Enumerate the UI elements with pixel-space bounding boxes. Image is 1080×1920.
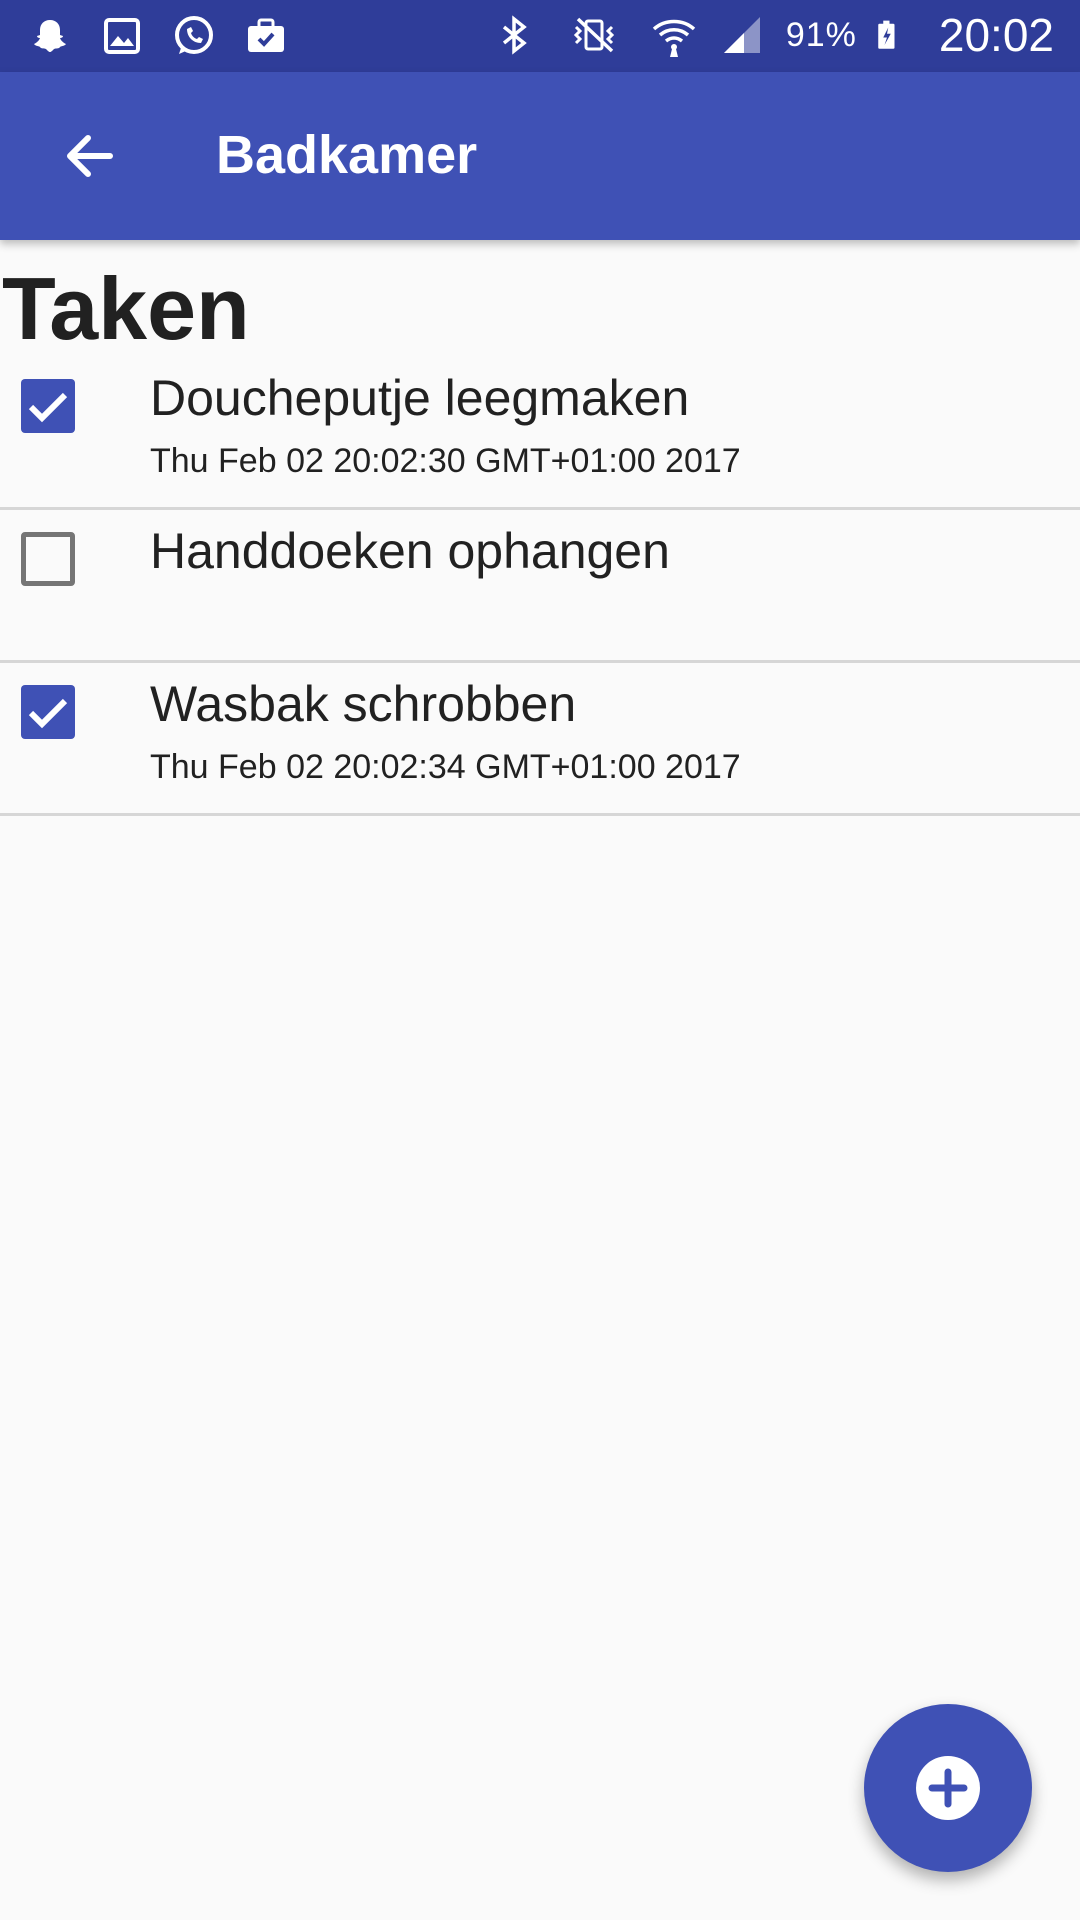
battery-percentage: 91% [785,15,857,54]
silent-vibrate-icon [573,17,614,53]
task-title: Doucheputje leegmaken [150,370,690,426]
work-bag-icon [248,18,284,52]
task-date: Thu Feb 02 20:02:30 GMT+01:00 2017 [150,442,741,480]
task-row[interactable]: Doucheputje leegmaken Thu Feb 02 20:02:3… [0,357,1080,510]
task-list: Doucheputje leegmaken Thu Feb 02 20:02:3… [0,357,1080,816]
status-bar: 91% 20:02 [0,0,1080,72]
whatsapp-icon [175,16,213,54]
task-date: Thu Feb 02 20:02:34 GMT+01:00 2017 [150,748,741,786]
app-bar: Badkamer [0,72,1080,240]
task-checkbox[interactable] [21,532,75,586]
task-row[interactable]: Wasbak schrobben Thu Feb 02 20:02:34 GMT… [0,663,1080,816]
page-title: Badkamer [216,125,478,185]
wifi-icon [652,19,695,57]
bluetooth-icon [502,15,527,55]
add-circle-icon [916,1756,980,1820]
task-row[interactable]: Handdoeken ophangen [0,510,1080,663]
system-indicators: 91% 20:02 [490,8,1054,62]
gallery-icon [104,18,140,54]
battery-charging-icon [878,20,895,49]
section-heading: Taken [2,259,250,358]
task-checkbox[interactable] [21,379,75,433]
check-icon [28,392,68,423]
signal-icon [723,17,760,53]
task-checkbox[interactable] [21,685,75,739]
task-title: Wasbak schrobben [150,676,577,732]
check-icon [28,698,68,729]
notification-icons [26,12,290,60]
task-title: Handdoeken ophangen [150,523,670,579]
snapchat-icon [34,20,66,52]
back-button[interactable] [44,112,132,200]
status-clock: 20:02 [938,9,1054,61]
add-task-button[interactable] [864,1704,1032,1872]
arrow-back-icon [67,135,113,177]
